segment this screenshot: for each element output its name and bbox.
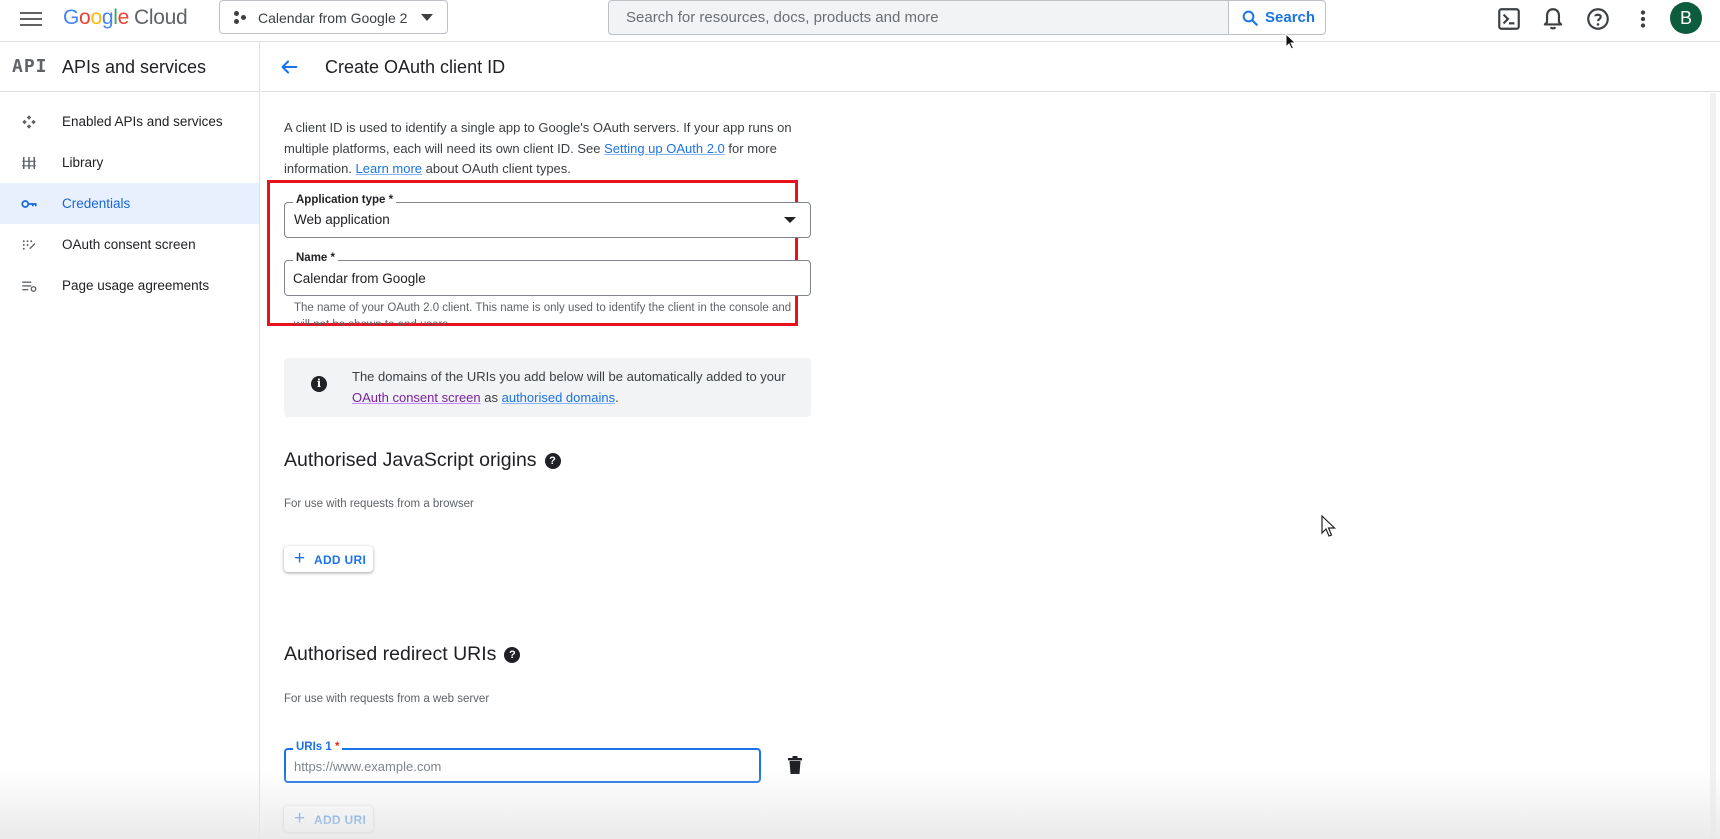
redirect-uri-field: URIs 1 * — [284, 741, 761, 783]
chevron-down-icon — [421, 14, 433, 21]
key-icon — [21, 200, 37, 208]
logo-letter: o — [79, 6, 91, 29]
intro-text-part: about OAuth client types. — [422, 161, 571, 176]
avatar[interactable]: B — [1670, 2, 1702, 34]
agreements-icon — [22, 281, 37, 292]
info-text-part: as — [480, 389, 502, 405]
application-type-label: Application type * — [293, 194, 397, 206]
js-origins-title: Authorised JavaScript origins? — [284, 449, 561, 472]
sidebar-header: API APIs and services — [0, 42, 259, 92]
redirect-uris-subtitle: For use with requests from a web server — [284, 693, 490, 705]
search-bar: Search — [608, 0, 1326, 35]
sidebar-item-credentials[interactable]: Credentials — [0, 183, 259, 224]
help-circle-icon[interactable]: ? — [544, 453, 561, 469]
sidebar-item-library[interactable]: Library — [0, 142, 259, 183]
terminal-icon[interactable] — [1496, 6, 1522, 32]
name-field: Name * — [284, 252, 811, 296]
plus-icon: + — [294, 808, 306, 829]
project-picker[interactable]: Calendar from Google 2 — [219, 0, 448, 34]
add-uri-label: ADD URI — [314, 813, 367, 827]
name-label: Name * — [293, 252, 338, 264]
logo-letter: G — [63, 6, 80, 29]
search-input[interactable] — [610, 2, 1230, 33]
sidebar-item-label: OAuth consent screen — [62, 237, 196, 252]
logo-letter: o — [90, 6, 102, 29]
api-icon: API — [12, 56, 48, 77]
logo-suffix: Cloud — [133, 6, 188, 29]
learn-more-link[interactable]: Learn more — [356, 161, 422, 176]
delete-icon[interactable] — [787, 756, 803, 774]
sidebar-item-oauth-consent[interactable]: OAuth consent screen — [0, 224, 259, 265]
dropdown-arrow-icon — [784, 217, 796, 223]
redirect-uris-title-text: Authorised redirect URIs — [284, 643, 497, 665]
info-banner: i The domains of the URIs you add below … — [284, 358, 811, 417]
page-title: Create OAuth client ID — [325, 57, 506, 77]
search-icon — [1242, 10, 1258, 26]
project-icon — [234, 11, 248, 25]
js-origins-title-text: Authorised JavaScript origins — [284, 449, 537, 471]
sidebar: API APIs and services Enabled APIs and s… — [0, 42, 260, 839]
top-bar: Google Cloud Calendar from Google 2 Searc… — [0, 0, 1720, 42]
plus-icon: + — [294, 548, 306, 569]
sidebar-item-label: Credentials — [62, 196, 131, 211]
authorised-domains-link[interactable]: authorised domains — [502, 390, 615, 405]
search-button-label: Search — [1265, 9, 1316, 26]
help-icon[interactable] — [1585, 6, 1611, 32]
uri-label: URIs 1 * — [293, 741, 343, 753]
info-text: The domains of the URIs you add below wi… — [352, 367, 792, 408]
redirect-uri-input[interactable] — [294, 756, 749, 776]
setting-up-oauth-link[interactable]: Setting up OAuth 2.0 — [604, 141, 725, 156]
required-marker: * — [335, 741, 340, 753]
logo-letter: g — [101, 6, 114, 29]
js-origins-subtitle: For use with requests from a browser — [284, 498, 474, 510]
scrollbar[interactable] — [1710, 93, 1716, 839]
application-type-value: Web application — [294, 212, 390, 227]
menu-icon[interactable] — [20, 8, 42, 30]
project-name: Calendar from Google 2 — [258, 10, 408, 26]
redirect-uris-title: Authorised redirect URIs? — [284, 643, 521, 666]
name-input[interactable] — [293, 268, 793, 288]
sidebar-item-label: Library — [62, 155, 104, 170]
logo-letter: e — [117, 6, 130, 29]
sidebar-title: APIs and services — [62, 57, 207, 77]
application-type-select[interactable]: Application type * Web application — [284, 194, 811, 238]
add-redirect-uri-button[interactable]: + ADD URI — [284, 806, 373, 832]
bell-icon[interactable] — [1540, 6, 1566, 32]
info-text-part: The domains of the URIs you add below wi… — [352, 369, 786, 384]
main-content: A client ID is used to identify a single… — [261, 93, 1711, 839]
more-vert-icon[interactable] — [1630, 6, 1656, 32]
search-button[interactable]: Search — [1228, 1, 1325, 34]
back-arrow-icon[interactable] — [278, 56, 300, 78]
help-circle-icon[interactable]: ? — [504, 647, 521, 663]
name-helper-text: The name of your OAuth 2.0 client. This … — [294, 302, 792, 325]
uri-label-text: URIs 1 — [296, 741, 332, 753]
consent-icon — [22, 240, 36, 250]
sidebar-item-page-usage[interactable]: Page usage agreements — [0, 265, 259, 306]
google-cloud-logo[interactable]: Google Cloud — [63, 6, 188, 30]
info-icon: i — [311, 376, 327, 392]
add-uri-label: ADD URI — [314, 553, 367, 567]
intro-text: A client ID is used to identify a single… — [284, 118, 814, 180]
content-header: Create OAuth client ID — [261, 42, 1720, 92]
library-icon — [22, 157, 36, 169]
sidebar-item-enabled-apis[interactable]: Enabled APIs and services — [0, 101, 259, 142]
sidebar-item-label: Enabled APIs and services — [62, 114, 223, 129]
add-js-origin-button[interactable]: + ADD URI — [284, 546, 373, 572]
sidebar-item-label: Page usage agreements — [62, 278, 210, 293]
oauth-consent-screen-link[interactable]: OAuth consent screen — [352, 390, 481, 405]
info-text-part: . — [615, 389, 619, 405]
enabled-apis-icon — [22, 115, 36, 129]
